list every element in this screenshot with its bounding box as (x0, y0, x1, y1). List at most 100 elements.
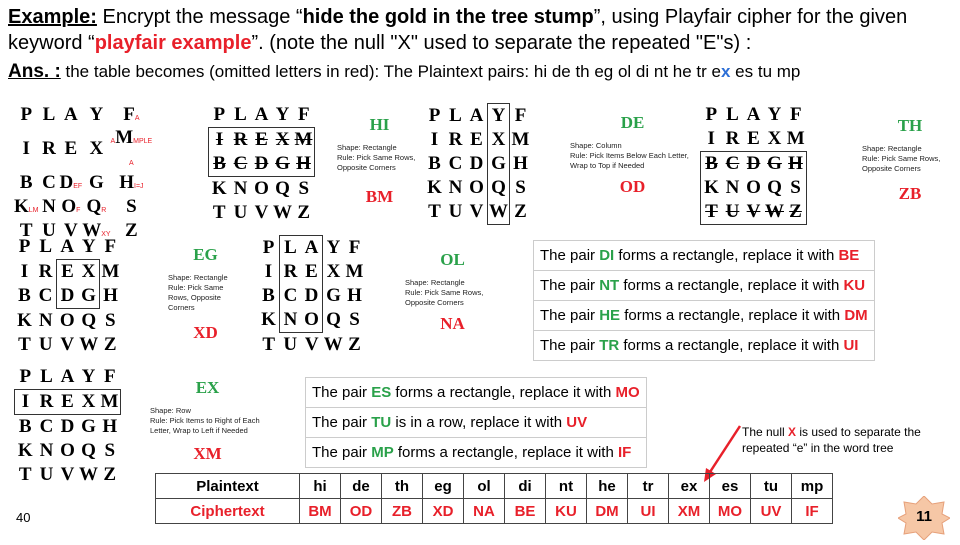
step-shape: Shape: Rectangle (862, 144, 922, 153)
matrix-cell: X (78, 389, 99, 415)
rules-mid-box: The pair ES forms a rectangle, replace i… (305, 377, 647, 468)
cell: E (64, 138, 78, 159)
matrix-cell: K (211, 178, 227, 199)
step-hi: HI Shape: Rectangle Rule: Pick Same Rows… (337, 115, 422, 207)
matrix-cell: C (38, 285, 53, 307)
matrix-cell: R (230, 127, 251, 152)
matrix-cell: S (104, 309, 116, 331)
rule-row: The pair NT forms a rectangle, replace i… (533, 270, 875, 301)
cell: R (42, 138, 56, 159)
matrix-cell: S (785, 176, 807, 200)
matrix-cell: E (470, 129, 483, 150)
matrix-cell: V (254, 202, 269, 223)
matrix-cell: H (103, 285, 118, 307)
matrix-cell: W (79, 464, 98, 485)
matrix-cell: K (427, 177, 442, 198)
cell: QR (86, 196, 107, 217)
plaintext-pair: eg (422, 473, 464, 499)
matrix-cell: N (725, 177, 740, 198)
ciphertext-row: Ciphertext BM OD ZB XD NA BE KU DM UI XM MO UV IF (155, 498, 833, 524)
matrix-cell: O (59, 310, 75, 331)
matrix-cell: P (213, 104, 226, 125)
matrix-cell: Z (297, 202, 311, 223)
step-shape: Shape: Rectangle (168, 273, 228, 282)
page-number: 40 (16, 510, 31, 525)
plaintext-pair: he (586, 473, 628, 499)
matrix-cell: T (212, 202, 226, 223)
step-pair: HI (369, 115, 390, 134)
matrix-cell: M (293, 127, 315, 152)
matrix-cell: R (38, 260, 53, 282)
matrix-cell: U (233, 202, 248, 223)
plaintext-pair: tu (750, 473, 792, 499)
matrix-cell: U (38, 334, 53, 355)
matrix-cell: U (39, 464, 54, 485)
ciphertext-pair: NA (463, 498, 505, 524)
ciphertext-pair: IF (791, 498, 833, 524)
matrix-cell: X (487, 128, 510, 152)
matrix-cell: P (19, 366, 32, 387)
step-result: NA (440, 314, 465, 333)
answer-text-1: the table becomes (omitted letters in re… (60, 62, 721, 81)
cell: P (20, 104, 33, 125)
matrix-cell: D (469, 153, 484, 174)
ciphertext-pair: XD (422, 498, 464, 524)
matrix-cell: A (301, 235, 323, 260)
cell: AMMPLE A (110, 127, 153, 167)
cell: I (22, 138, 30, 159)
matrix-cell: N (448, 177, 463, 198)
rule-row: The pair TU is in a row, replace it with… (305, 407, 647, 438)
step-pair: TH (897, 116, 923, 135)
matrix-cell: Q (81, 440, 96, 461)
matrix-cell: E (301, 260, 323, 284)
matrix-cell: N (39, 440, 54, 461)
matrix-cell: E (747, 128, 760, 149)
matrix-cell: A (60, 366, 75, 387)
matrix-cell: F (514, 104, 527, 126)
cell: C (42, 172, 56, 193)
matrix-cell: Y (767, 104, 782, 125)
matrix-ex: PLAYF IREXM BCDGH KNOQS TUVWZ (14, 365, 121, 487)
ciphertext-pair: BE (504, 498, 546, 524)
matrix-cell: H (513, 153, 528, 174)
ciphertext-label: Ciphertext (155, 498, 300, 524)
cipher-table: Plaintext hi de th eg ol di nt he tr ex es tu mp Ciph… (155, 473, 833, 524)
matrix-cell: A (254, 104, 269, 125)
rule-row: The pair ES forms a rectangle, replace i… (305, 377, 647, 408)
matrix-cell: W (764, 200, 785, 225)
matrix-cell: Q (326, 309, 341, 331)
title-keyword: playfair example (94, 32, 252, 54)
plaintext-label: Plaintext (155, 473, 300, 499)
step-result: ZB (898, 184, 922, 203)
ciphertext-pair: XM (668, 498, 710, 524)
matrix-cell: I (14, 389, 36, 415)
matrix-cell: C (230, 152, 251, 177)
step-shape: Shape: Row (150, 406, 191, 415)
step-pair: DE (620, 113, 645, 132)
matrix-cell: Y (487, 103, 510, 128)
step-rule: Rule: Pick Same Rows, Opposite Corners (862, 154, 941, 173)
matrix-cell: M (786, 128, 805, 149)
cell: N (42, 196, 56, 217)
step-result: XD (193, 323, 218, 342)
matrix-cell: L (726, 104, 739, 125)
matrix-cell: G (487, 152, 510, 176)
null-note: The null X is used to separate the repea… (742, 425, 921, 455)
matrix-cell: Q (81, 310, 97, 331)
step-shape: Shape: Rectangle (405, 278, 465, 287)
step-rule: Rule: Pick Items Below Each Letter, Wrap… (570, 151, 689, 170)
matrix-cell: Z (785, 200, 807, 225)
matrix-cell: L (40, 366, 53, 387)
step-eg: EG Shape: Rectangle Rule: Pick Same Rows… (168, 245, 243, 343)
matrix-cell: C (448, 153, 463, 174)
plaintext-pair: es (709, 473, 751, 499)
ciphertext-pair: UV (750, 498, 792, 524)
matrix-cell: S (104, 440, 116, 461)
step-shape: Shape: Column (570, 141, 622, 150)
ciphertext-pair: BM (299, 498, 341, 524)
matrix-cell: K (700, 176, 722, 200)
step-rule: Rule: Pick Same Rows, Opposite Corners (405, 288, 484, 307)
matrix-cell: K (17, 309, 32, 331)
matrix-cell: T (18, 334, 31, 355)
cell: X (89, 138, 104, 159)
